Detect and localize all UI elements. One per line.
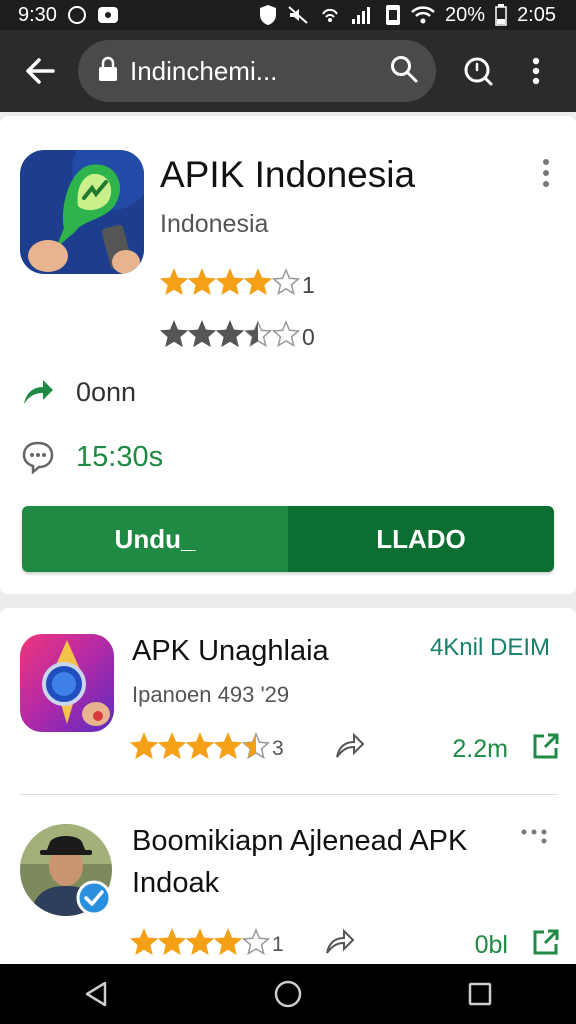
list-item-size-label: 4Knil DEIM <box>429 634 550 661</box>
star <box>157 928 187 956</box>
star-rating <box>159 320 302 354</box>
list-item-title: Boomikiapn Ajlenead APK Indoak <box>132 825 468 899</box>
chat-bubble-icon <box>20 439 56 475</box>
list-item-meta: 1 0bl <box>129 928 560 962</box>
star <box>271 320 301 348</box>
url-text[interactable]: Indinchemi... <box>130 56 390 87</box>
find-button[interactable] <box>452 45 504 97</box>
rating-count: 1 <box>272 933 284 956</box>
system-nav-bar <box>0 964 576 1024</box>
circle-home-icon <box>274 980 302 1008</box>
browser-toolbar: Indinchemi... <box>0 30 576 112</box>
star <box>185 732 215 760</box>
star <box>129 928 159 956</box>
nav-home-button[interactable] <box>258 964 318 1024</box>
star <box>187 320 217 348</box>
back-arrow-icon <box>26 58 55 84</box>
app-detail-card: APIK Indonesia Indonesia 1 0 0onn 15:30s… <box>0 116 576 594</box>
load-button[interactable]: LLADO <box>288 506 554 572</box>
mute-icon <box>287 5 309 25</box>
square-recents-icon <box>468 982 492 1006</box>
share-icon[interactable] <box>324 928 356 962</box>
list-item-subtitle: Ipanoen 493 '29 <box>132 682 290 707</box>
battery-percent: 20% <box>445 3 486 26</box>
action-buttons: Undu_ LLADO <box>22 506 554 572</box>
wifi-icon <box>411 5 435 25</box>
app-icon[interactable] <box>20 150 144 274</box>
rating-count: 0 <box>302 323 315 350</box>
shield-icon <box>259 4 277 26</box>
more-vert-icon <box>543 159 549 187</box>
hotspot-icon <box>319 5 341 25</box>
status-bar: 9:30 20% 2:05 <box>0 0 576 30</box>
rating-count: 3 <box>272 737 284 760</box>
more-horiz-icon <box>521 829 547 844</box>
lock-icon <box>98 56 118 87</box>
star <box>243 268 273 296</box>
clock-left: 9:30 <box>18 3 57 26</box>
list-item-size: 2.2m <box>452 734 508 763</box>
address-bar[interactable]: Indinchemi... <box>78 40 436 102</box>
more-vert-icon <box>532 57 540 85</box>
open-in-icon[interactable] <box>532 928 560 962</box>
open-in-icon[interactable] <box>532 732 560 766</box>
list-item-size: 0bl <box>474 930 508 959</box>
related-apps-card: APK Unaghlaia 4Knil DEIM Ipanoen 493 '29… <box>0 608 576 968</box>
app-icon[interactable] <box>20 634 114 732</box>
star <box>129 732 159 760</box>
star <box>159 320 189 348</box>
star <box>213 732 243 760</box>
star <box>157 732 187 760</box>
list-divider <box>20 794 558 795</box>
avatar[interactable] <box>20 824 112 916</box>
signal-icon <box>351 5 375 25</box>
nav-recents-button[interactable] <box>450 964 510 1024</box>
download-button[interactable]: Undu_ <box>22 506 288 572</box>
share-icon <box>20 374 56 410</box>
star <box>187 268 217 296</box>
star <box>215 320 245 348</box>
list-item-more-button[interactable] <box>520 828 550 849</box>
triangle-back-icon <box>85 981 107 1007</box>
rating-row-primary: 1 <box>159 268 315 302</box>
app-more-button[interactable] <box>536 156 556 192</box>
rating-row-secondary: 0 <box>159 320 315 354</box>
magnifier-icon <box>464 57 493 86</box>
star <box>159 268 189 296</box>
app-title: APIK Indonesia <box>160 154 416 195</box>
star-rating <box>159 268 302 302</box>
star <box>241 732 271 760</box>
share-label: 0onn <box>76 376 137 407</box>
share-row[interactable]: 0onn <box>20 374 136 410</box>
search-icon[interactable] <box>390 55 418 88</box>
browser-menu-button[interactable] <box>510 45 562 97</box>
star <box>271 268 301 296</box>
notification-icon <box>97 5 119 25</box>
list-item-meta: 3 2.2m <box>129 732 560 766</box>
star <box>243 320 273 348</box>
sim-icon <box>385 4 401 26</box>
star <box>185 928 215 956</box>
app-developer[interactable]: Indonesia <box>160 210 268 239</box>
rating-count: 1 <box>302 271 315 298</box>
compass-icon <box>67 5 87 25</box>
star-rating <box>129 928 272 962</box>
list-item-title: APK Unaghlaia <box>132 635 329 667</box>
clock-right: 2:05 <box>517 3 556 26</box>
star <box>241 928 271 956</box>
share-icon[interactable] <box>334 732 366 766</box>
star-rating <box>129 732 272 766</box>
back-button[interactable] <box>14 45 66 97</box>
time-label: 15:30s <box>76 440 164 473</box>
time-row: 15:30s <box>20 439 163 475</box>
star <box>215 268 245 296</box>
star <box>213 928 243 956</box>
battery-icon <box>495 4 507 26</box>
nav-back-button[interactable] <box>66 964 126 1024</box>
